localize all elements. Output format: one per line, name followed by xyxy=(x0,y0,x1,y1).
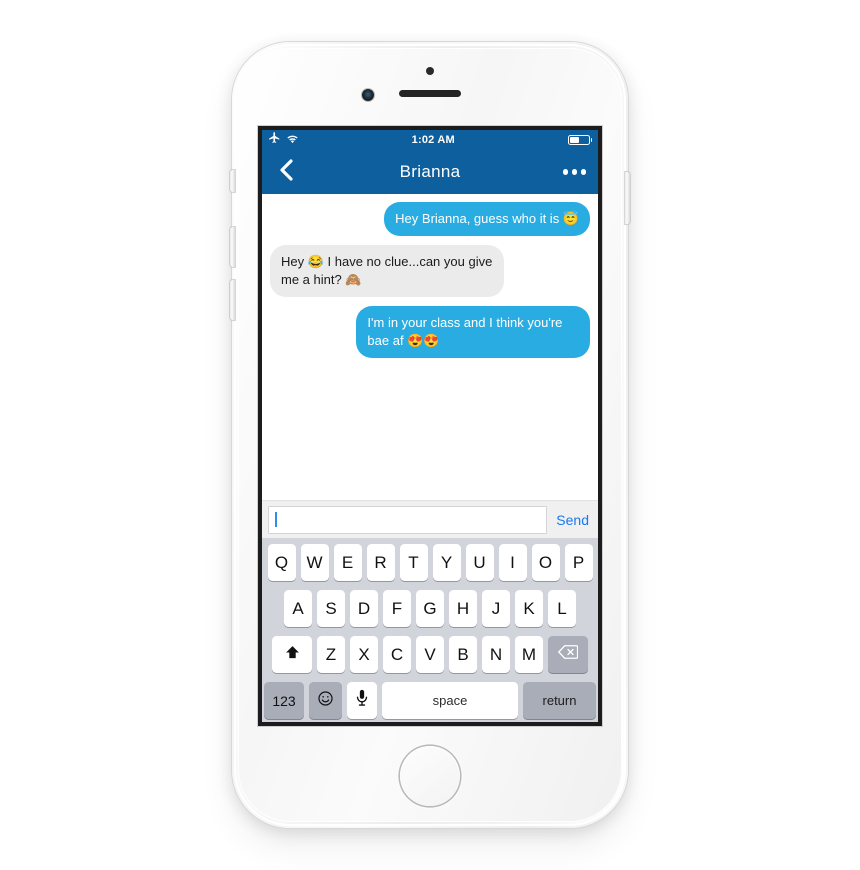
key-d[interactable]: D xyxy=(350,590,378,627)
airplane-icon xyxy=(268,131,281,149)
key-j[interactable]: J xyxy=(482,590,510,627)
screenshot-canvas: 1:02 AM Brianna Hey Brianna, guess who i… xyxy=(0,0,860,870)
key-n[interactable]: N xyxy=(482,636,510,673)
message-bubble-outgoing[interactable]: I'm in your class and I think you're bae… xyxy=(356,306,590,358)
text-cursor-icon xyxy=(275,512,277,527)
home-button[interactable] xyxy=(400,746,460,806)
microphone-icon xyxy=(355,689,369,712)
return-key[interactable]: return xyxy=(523,682,596,719)
key-g[interactable]: G xyxy=(416,590,444,627)
emoji-smiley-icon xyxy=(317,690,334,712)
more-options-button[interactable] xyxy=(561,163,589,181)
proximity-sensor-icon xyxy=(426,67,434,75)
key-h[interactable]: H xyxy=(449,590,477,627)
volume-up-button[interactable] xyxy=(230,227,235,267)
key-s[interactable]: S xyxy=(317,590,345,627)
message-row: Hey Brianna, guess who it is 😇 xyxy=(270,202,590,236)
status-bar-time: 1:02 AM xyxy=(411,134,455,146)
wifi-icon xyxy=(286,131,299,149)
volume-down-button[interactable] xyxy=(230,280,235,320)
shift-arrow-icon xyxy=(284,644,301,666)
earpiece-speaker-icon xyxy=(399,90,461,97)
message-thread[interactable]: Hey Brianna, guess who it is 😇 Hey 😂 I h… xyxy=(262,194,598,500)
keyboard-row-2: A S D F G H J K L xyxy=(264,590,596,627)
navigation-bar: Brianna xyxy=(262,150,598,194)
key-v[interactable]: V xyxy=(416,636,444,673)
key-l[interactable]: L xyxy=(548,590,576,627)
keyboard-row-3: Z X C V B N M xyxy=(264,636,596,673)
key-m[interactable]: M xyxy=(515,636,543,673)
space-key[interactable]: space xyxy=(382,682,518,719)
status-bar-left xyxy=(268,131,299,149)
message-text: Hey Brianna, guess who it is xyxy=(395,211,563,226)
smiling-face-with-halo-icon: 😇 xyxy=(562,211,579,226)
iphone-device: 1:02 AM Brianna Hey Brianna, guess who i… xyxy=(230,42,630,828)
message-text: Hey xyxy=(281,254,308,269)
status-bar: 1:02 AM xyxy=(262,130,598,150)
keyboard-row-4: 123 space return xyxy=(264,682,596,719)
key-r[interactable]: R xyxy=(366,544,395,581)
backspace-icon xyxy=(557,644,579,665)
power-button[interactable] xyxy=(625,172,630,224)
key-y[interactable]: Y xyxy=(432,544,461,581)
more-dot-2-icon xyxy=(571,169,577,175)
more-dot-3-icon xyxy=(580,169,586,175)
battery-cap-icon xyxy=(590,138,592,142)
key-o[interactable]: O xyxy=(531,544,560,581)
key-z[interactable]: Z xyxy=(317,636,345,673)
microphone-key[interactable] xyxy=(347,682,377,719)
key-t[interactable]: T xyxy=(399,544,428,581)
back-button[interactable] xyxy=(272,158,300,186)
key-a[interactable]: A xyxy=(284,590,312,627)
key-w[interactable]: W xyxy=(300,544,329,581)
shift-key[interactable] xyxy=(272,636,312,673)
see-no-evil-monkey-icon: 🙈 xyxy=(345,272,362,287)
phone-screen: 1:02 AM Brianna Hey Brianna, guess who i… xyxy=(262,130,598,722)
send-button[interactable]: Send xyxy=(556,512,589,528)
message-input-field[interactable] xyxy=(268,505,548,534)
key-e[interactable]: E xyxy=(333,544,362,581)
numbers-key[interactable]: 123 xyxy=(264,682,304,719)
smiling-face-with-heart-eyes-icon: 😍😍 xyxy=(407,333,440,348)
key-q[interactable]: Q xyxy=(267,544,296,581)
keyboard-row-1: Q W E R T Y U I O P xyxy=(264,544,596,581)
status-bar-right xyxy=(567,135,592,145)
front-camera-icon xyxy=(362,89,374,101)
message-row: I'm in your class and I think you're bae… xyxy=(270,306,590,358)
battery-icon xyxy=(567,135,590,145)
key-k[interactable]: K xyxy=(515,590,543,627)
key-f[interactable]: F xyxy=(383,590,411,627)
key-p[interactable]: P xyxy=(564,544,593,581)
emoji-key[interactable] xyxy=(309,682,342,719)
message-row: Hey 😂 I have no clue...can you give me a… xyxy=(270,245,590,297)
message-text: I'm in your class and I think you're bae… xyxy=(367,315,563,348)
message-input-bar: Send xyxy=(262,500,598,538)
conversation-title: Brianna xyxy=(399,162,461,181)
silent-switch-button[interactable] xyxy=(230,170,235,192)
key-b[interactable]: B xyxy=(449,636,477,673)
more-dot-1-icon xyxy=(562,169,568,175)
message-bubble-outgoing[interactable]: Hey Brianna, guess who it is 😇 xyxy=(384,202,590,236)
key-x[interactable]: X xyxy=(350,636,378,673)
message-bubble-incoming[interactable]: Hey 😂 I have no clue...can you give me a… xyxy=(270,245,504,297)
key-i[interactable]: I xyxy=(498,544,527,581)
chevron-left-icon xyxy=(278,158,294,186)
delete-key[interactable] xyxy=(548,636,588,673)
onscreen-keyboard: Q W E R T Y U I O P A S D F G H J K L Z … xyxy=(262,538,598,722)
key-u[interactable]: U xyxy=(465,544,494,581)
key-c[interactable]: C xyxy=(383,636,411,673)
face-with-tears-of-joy-icon: 😂 xyxy=(307,254,324,269)
